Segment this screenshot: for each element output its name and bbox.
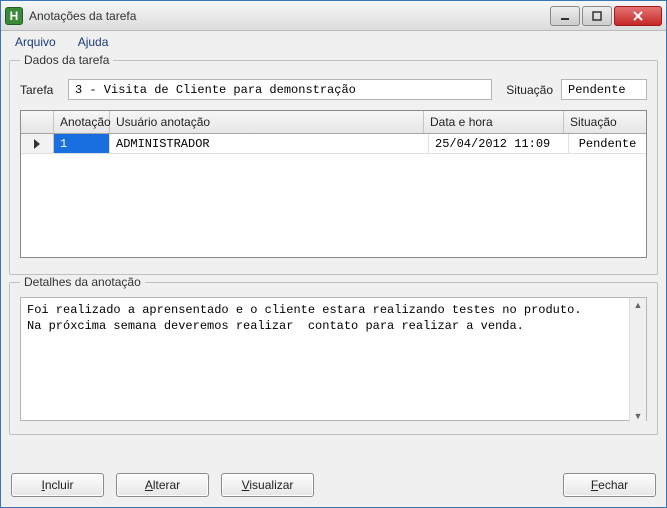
- menu-file[interactable]: Arquivo: [5, 33, 66, 51]
- current-row-icon: [33, 139, 41, 149]
- task-field[interactable]: 3 - Visita de Cliente para demonstração: [68, 79, 492, 100]
- annotations-grid[interactable]: Anotação Usuário anotação Data e hora Si…: [20, 110, 647, 258]
- button-bar: Incluir Alterar Visualizar Fechar: [9, 469, 658, 499]
- close-icon: [632, 11, 644, 21]
- close-button[interactable]: Fechar: [563, 473, 656, 497]
- annotation-details-legend: Detalhes da anotação: [20, 275, 145, 289]
- table-row[interactable]: 1 ADMINISTRADOR 25/04/2012 11:09 Pendent…: [21, 134, 646, 154]
- scroll-up-icon: ▲: [634, 298, 643, 312]
- menu-bar: Arquivo Ajuda: [1, 31, 666, 53]
- task-data-legend: Dados da tarefa: [20, 53, 113, 67]
- grid-header-user[interactable]: Usuário anotação: [110, 111, 424, 133]
- cell-datetime[interactable]: 25/04/2012 11:09: [429, 134, 569, 153]
- minimize-icon: [560, 11, 570, 21]
- cell-user[interactable]: ADMINISTRADOR: [110, 134, 429, 153]
- app-icon: H: [5, 7, 23, 25]
- minimize-button[interactable]: [550, 6, 580, 26]
- close-window-button[interactable]: [614, 6, 662, 26]
- cell-annotation[interactable]: 1: [54, 134, 110, 153]
- grid-header-datetime[interactable]: Data e hora: [424, 111, 564, 133]
- grid-header-status[interactable]: Situação: [564, 111, 646, 133]
- annotation-details-text[interactable]: [20, 297, 647, 421]
- grid-header-marker[interactable]: [21, 111, 54, 133]
- task-row: Tarefa 3 - Visita de Cliente para demons…: [20, 79, 647, 100]
- annotation-details-group: Detalhes da anotação ▲ ▼: [9, 275, 658, 435]
- view-button[interactable]: Visualizar: [221, 473, 314, 497]
- grid-header-annotation[interactable]: Anotação: [54, 111, 110, 133]
- window-frame: H Anotações da tarefa Arquivo Ajuda Dado…: [0, 0, 667, 508]
- task-label: Tarefa: [20, 83, 60, 97]
- client-area: Dados da tarefa Tarefa 3 - Visita de Cli…: [9, 53, 658, 499]
- title-bar[interactable]: H Anotações da tarefa: [1, 1, 666, 31]
- textarea-scrollbar[interactable]: ▲ ▼: [629, 298, 646, 423]
- row-indicator: [21, 134, 54, 153]
- cell-status[interactable]: Pendente: [569, 134, 646, 153]
- scroll-down-icon: ▼: [634, 409, 643, 423]
- maximize-button[interactable]: [582, 6, 612, 26]
- include-button[interactable]: Incluir: [11, 473, 104, 497]
- window-controls: [550, 6, 662, 26]
- maximize-icon: [592, 11, 602, 21]
- edit-button[interactable]: Alterar: [116, 473, 209, 497]
- status-field[interactable]: Pendente: [561, 79, 647, 100]
- details-textarea-wrap: ▲ ▼: [20, 297, 647, 424]
- menu-help[interactable]: Ajuda: [68, 33, 119, 51]
- grid-header: Anotação Usuário anotação Data e hora Si…: [21, 111, 646, 134]
- window-title: Anotações da tarefa: [29, 9, 550, 23]
- task-data-group: Dados da tarefa Tarefa 3 - Visita de Cli…: [9, 53, 658, 275]
- status-label: Situação: [506, 83, 553, 97]
